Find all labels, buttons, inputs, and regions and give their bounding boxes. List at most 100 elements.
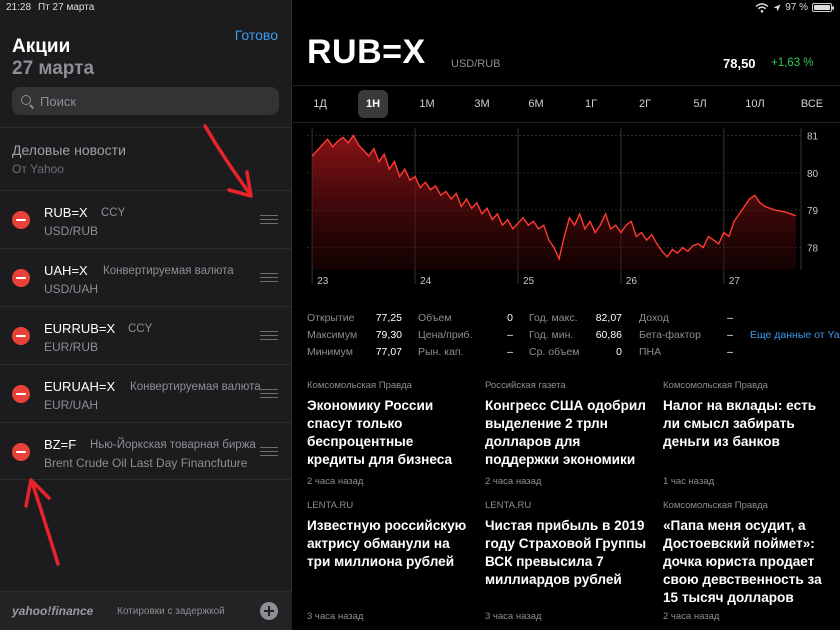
news-age: 1 час назад — [663, 476, 715, 487]
battery-icon — [812, 3, 834, 12]
annotation-arrow-icon — [24, 478, 60, 566]
price-change: +1,63 % — [771, 57, 814, 69]
watchlist-row[interactable]: UAH=X Конвертируемая валюта USD/UAH — [0, 248, 292, 306]
range-all[interactable]: ВСЕ — [797, 90, 827, 118]
status-right: 97 % — [755, 2, 834, 13]
range-10y[interactable]: 10Л — [740, 90, 770, 118]
watchlist-row[interactable]: BZ=F Нью-Йоркская товарная биржа Brent C… — [0, 422, 292, 480]
stock-symbol: BZ=F — [44, 437, 77, 452]
news-headline: Экономику России спасут только беспроцен… — [307, 398, 453, 467]
delete-icon[interactable] — [12, 385, 30, 403]
y-tick-label: 78 — [807, 244, 819, 255]
stock-type: Нью-Йоркская товарная биржа — [90, 439, 256, 451]
stat-value: – — [727, 312, 733, 324]
news-article[interactable]: Комсомольская Правда Экономику России сп… — [307, 380, 475, 490]
range-2y[interactable]: 2Г — [630, 90, 660, 118]
stat-value: 79,30 — [375, 329, 402, 341]
stat-label: Минимум — [307, 346, 353, 358]
news-age: 3 часа назад — [485, 611, 542, 622]
news-source: Комсомольская Правда — [663, 500, 768, 511]
battery-percent: 97 % — [785, 2, 808, 13]
news-headline: Конгресс США одобрил выделение 2 трлн до… — [485, 398, 646, 467]
range-1w[interactable]: 1Н — [358, 90, 388, 118]
news-article[interactable]: Комсомольская Правда «Папа меня осудит, … — [663, 500, 835, 624]
stat-value: 0 — [616, 346, 622, 358]
stat-label: Бета-фактор — [639, 329, 701, 341]
status-date: Пт 27 марта — [38, 2, 95, 13]
x-tick-label: 24 — [420, 276, 432, 287]
stock-symbol: UAH=X — [44, 263, 88, 278]
delete-icon[interactable] — [12, 327, 30, 345]
range-1y[interactable]: 1Г — [576, 90, 606, 118]
reorder-handle-icon[interactable] — [260, 447, 278, 456]
y-tick-label: 80 — [807, 169, 819, 180]
stock-name: EUR/RUB — [44, 340, 99, 354]
news-source: LENTA.RU — [485, 500, 532, 511]
news-headline: Известную российскую актрису обманули на… — [307, 518, 467, 569]
status-bar: 21:28 Пт 27 марта 97 % — [0, 0, 840, 16]
stock-type: CCY — [128, 323, 153, 335]
range-1m[interactable]: 1М — [412, 90, 442, 118]
yahoo-finance-logo[interactable]: yahoo!finance — [12, 604, 93, 618]
divider — [293, 85, 840, 86]
stat-value: 0 — [507, 312, 513, 324]
stats-table: Открытие Максимум Минимум 77,25 79,30 77… — [293, 312, 840, 362]
search-input[interactable] — [40, 93, 260, 109]
news-age: 3 часа назад — [307, 611, 364, 622]
price-chart[interactable]: 23 24 25 26 27 81 80 79 78 — [293, 122, 840, 292]
stat-label: Доход — [639, 312, 669, 324]
stat-value: – — [507, 346, 513, 358]
stat-label: ПНА — [639, 346, 662, 358]
more-data-link[interactable]: Еще данные от Yahoo — [750, 329, 840, 341]
reorder-handle-icon[interactable] — [260, 389, 278, 398]
add-icon[interactable] — [260, 602, 278, 620]
sidebar-date: 27 марта — [12, 58, 95, 79]
news-article[interactable]: Комсомольская Правда Налог на вклады: ес… — [663, 380, 831, 490]
news-article[interactable]: Российская газета Конгресс США одобрил в… — [485, 380, 653, 490]
range-3m[interactable]: 3М — [467, 90, 497, 118]
stat-label: Максимум — [307, 329, 358, 341]
range-6m[interactable]: 6М — [521, 90, 551, 118]
delete-icon[interactable] — [12, 211, 30, 229]
watchlist-row[interactable]: EURRUB=X CCY EUR/RUB — [0, 306, 292, 364]
stock-symbol: RUB=X — [44, 205, 88, 220]
news-age: 2 часа назад — [663, 611, 720, 622]
reorder-handle-icon[interactable] — [260, 273, 278, 282]
stat-value: – — [727, 346, 733, 358]
news-source: Комсомольская Правда — [307, 380, 412, 391]
stock-type: Конвертируемая валюта — [103, 265, 234, 277]
stat-label: Объем — [418, 312, 452, 324]
stat-value: 77,07 — [375, 346, 402, 358]
stat-label: Открытие — [307, 312, 355, 324]
watchlist-row[interactable]: RUB=X CCY USD/RUB — [0, 190, 292, 248]
delete-icon[interactable] — [12, 269, 30, 287]
stock-name: Brent Crude Oil Last Day Financfuture — [44, 456, 248, 470]
y-tick-label: 79 — [807, 206, 819, 217]
stock-type: CCY — [101, 207, 126, 219]
x-tick-label: 25 — [523, 276, 535, 287]
search-bar[interactable] — [12, 87, 279, 115]
y-tick-label: 81 — [807, 131, 819, 142]
news-article[interactable]: LENTA.RU Известную российскую актрису об… — [307, 500, 475, 624]
done-button[interactable]: Готово — [235, 27, 278, 43]
news-headline: Налог на вклады: есть ли смысл забирать … — [663, 398, 817, 449]
x-tick-label: 23 — [317, 276, 329, 287]
business-news-source: От Yahoo — [12, 162, 64, 176]
range-1d[interactable]: 1Д — [305, 90, 335, 118]
news-age: 2 часа назад — [307, 476, 364, 487]
stat-label: Рын. кап. — [418, 346, 464, 358]
range-selector: 1Д 1Н 1М 3М 6М 1Г 2Г 5Л 10Л ВСЕ — [293, 90, 840, 118]
business-news-title[interactable]: Деловые новости — [12, 142, 126, 158]
stat-label: Ср. объем — [529, 346, 580, 358]
reorder-handle-icon[interactable] — [260, 331, 278, 340]
detail-pane: RUB=X USD/RUB 78,50 +1,63 % 1Д 1Н 1М 3М … — [293, 0, 840, 630]
stock-symbol: EURUAH=X — [44, 379, 116, 394]
range-5y[interactable]: 5Л — [685, 90, 715, 118]
watchlist-row[interactable]: EURUAH=X Конвертируемая валюта EUR/UAH — [0, 364, 292, 422]
delete-icon[interactable] — [12, 443, 30, 461]
location-icon — [773, 4, 781, 11]
reorder-handle-icon[interactable] — [260, 215, 278, 224]
news-article[interactable]: LENTA.RU Чистая прибыль в 2019 году Стра… — [485, 500, 653, 624]
news-headline: «Папа меня осудит, а Достоевский поймет»… — [663, 518, 822, 605]
sidebar-title: Акции — [12, 36, 71, 57]
